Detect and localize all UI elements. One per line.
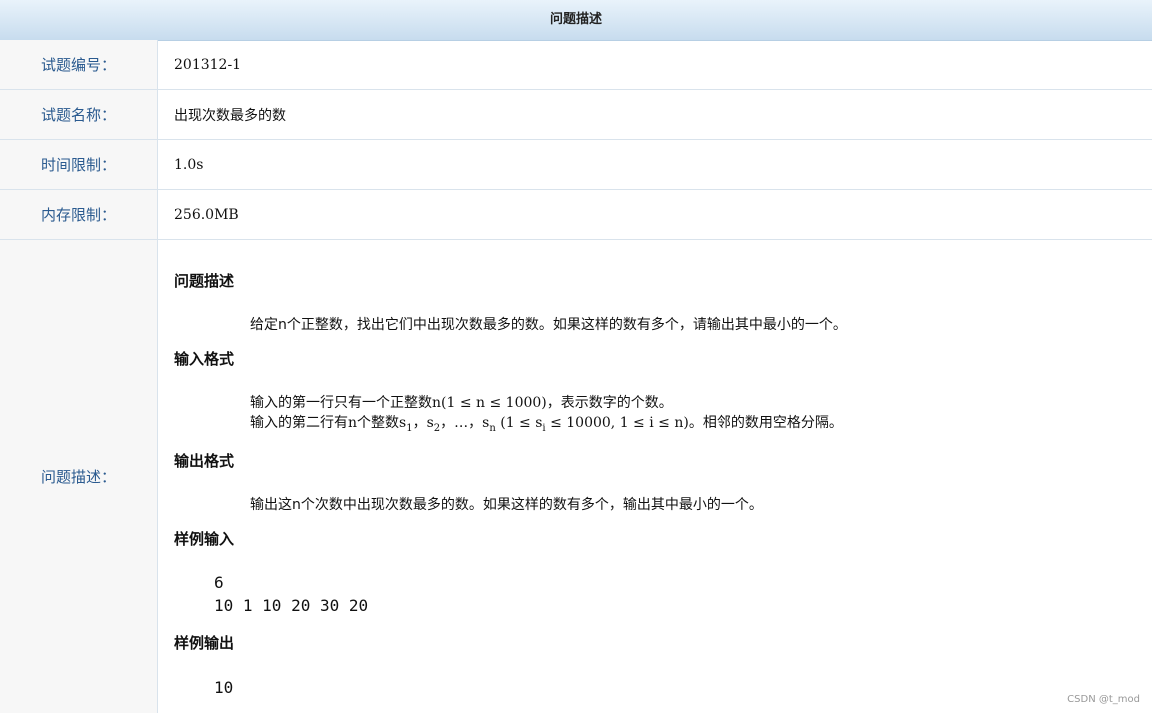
input-line-2-suffix: ≤ 10000, 1 ≤ i ≤ n)。相邻的数用空格分隔。: [545, 415, 843, 431]
time-limit-label: 时间限制：: [0, 140, 158, 189]
sep-1: ，s: [412, 415, 434, 431]
watermark: CSDN @t_mod: [1067, 694, 1140, 705]
memory-limit-label: 内存限制：: [0, 190, 158, 239]
memory-limit-value: 256.0MB: [174, 206, 239, 223]
row-time-limit: 时间限制： 1.0s: [0, 140, 1152, 190]
input-line-1: 输入的第一行只有一个正整数n(1 ≤ n ≤ 1000)，表示数字的个数。: [250, 395, 673, 411]
description-label: 问题描述：: [0, 240, 158, 713]
problem-page: 问题描述 试题编号： 201312-1 试题名称： 出现次数最多的数 时间限制：…: [0, 0, 1152, 713]
sample-input-line-2: 10 1 10 20 30 20: [214, 596, 369, 615]
problem-text: 给定n个正整数，找出它们中出现次数最多的数。如果这样的数有多个，请输出其中最小的…: [250, 317, 847, 333]
description-body: 问题描述 给定n个正整数，找出它们中出现次数最多的数。如果这样的数有多个，请输出…: [174, 240, 1152, 713]
problem-name-label: 试题名称：: [0, 90, 158, 139]
section-sample-input-title: 样例输入: [174, 530, 235, 548]
problem-name-value: 出现次数最多的数: [174, 107, 286, 124]
time-limit-value: 1.0s: [174, 156, 204, 173]
problem-id-value: 201312-1: [174, 56, 242, 73]
section-problem-title: 问题描述: [174, 272, 235, 290]
problem-id-label: 试题编号：: [0, 40, 158, 89]
row-description: 问题描述： 问题描述 给定n个正整数，找出它们中出现次数最多的数。如果这样的数有…: [0, 240, 1152, 713]
row-problem-name: 试题名称： 出现次数最多的数: [0, 90, 1152, 140]
input-line-2-mid: (1 ≤ s: [495, 415, 543, 431]
table-header: 问题描述: [0, 0, 1152, 41]
sample-output: 10: [214, 678, 234, 697]
section-sample-output-title: 样例输出: [174, 634, 235, 652]
section-input-title: 输入格式: [174, 350, 235, 368]
output-text: 输出这n个次数中出现次数最多的数。如果这样的数有多个，输出其中最小的一个。: [250, 497, 763, 513]
input-line-2: 输入的第二行有n个整数s1，s2，…，sn (1 ≤ si ≤ 10000, 1…: [250, 412, 843, 434]
sample-input-line-1: 6: [214, 573, 224, 592]
sep-2: ，…，s: [440, 415, 490, 431]
section-output-title: 输出格式: [174, 452, 235, 470]
input-line-2-prefix: 输入的第二行有n个整数s: [250, 415, 407, 431]
row-problem-id: 试题编号： 201312-1: [0, 40, 1152, 90]
row-memory-limit: 内存限制： 256.0MB: [0, 190, 1152, 240]
